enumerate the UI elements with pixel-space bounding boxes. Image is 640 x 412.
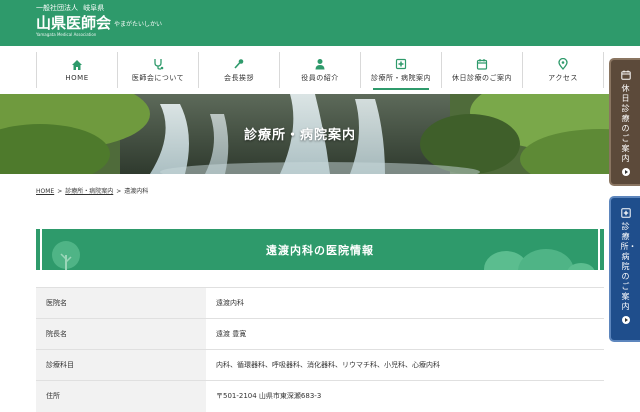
home-icon (72, 59, 82, 70)
logo-kana: やまがたいしかい (114, 21, 163, 28)
breadcrumb-clinics-link[interactable]: 診療所・病院案内 (65, 188, 113, 195)
breadcrumb-separator: > (116, 188, 122, 195)
table-row: 医院名 遠渡内科 (36, 287, 604, 319)
nav-item-holiday[interactable]: 休日診療のご案内 (441, 52, 522, 88)
logo-prefecture: 岐阜県 (83, 4, 105, 12)
calendar-icon (476, 58, 488, 70)
logo-english: Yamagata Medical Association (36, 32, 97, 37)
section-title: 遠渡内科の医院情報 (266, 244, 374, 257)
hospital-icon (620, 208, 631, 218)
microphone-icon (234, 58, 244, 69)
table-label: 診療科目 (36, 349, 206, 381)
breadcrumb-current: 遠渡内科 (124, 188, 149, 195)
table-value: 遠渡内科 (206, 287, 604, 319)
table-value: 〒501-2104 山県市東深瀬683-3 (206, 380, 604, 412)
site-logo[interactable]: 一般社団法人 岐阜県 山県医師会 やまがたいしかい Yamagata Medica… (36, 4, 162, 38)
table-value: 内科、循環器科、呼吸器科、消化器科、リウマチ科、小児科、心療内科 (206, 349, 604, 381)
breadcrumb-separator: > (57, 188, 63, 195)
hero-title: 診療所・病院案内 (243, 128, 356, 143)
table-label: 医院名 (36, 287, 206, 319)
play-circle-icon (621, 316, 630, 324)
play-circle-icon (621, 168, 630, 176)
global-nav: HOME 医師会について 会長挨拶 役員の紹介 診療所・病院案内 休日診療のご案… (36, 52, 604, 90)
table-label: 住所 (36, 380, 206, 412)
hero-banner: 診療所・病院案内 (0, 94, 640, 174)
nav-label: 役員の紹介 (301, 73, 339, 82)
table-value: 遠渡 豊寛 (206, 318, 604, 350)
nav-label: 診療所・病院案内 (371, 73, 431, 82)
holiday-clinic-side-tab[interactable]: 休日診療のご案内 (609, 58, 640, 186)
nav-label: 休日診療のご案内 (452, 73, 512, 82)
table-row: 院長名 遠渡 豊寛 (36, 318, 604, 350)
nav-item-about[interactable]: 医師会について (117, 52, 198, 88)
site-header: 一般社団法人 岐阜県 山県医師会 やまがたいしかい Yamagata Medica… (0, 0, 640, 46)
breadcrumb: HOME > 診療所・病院案内 > 遠渡内科 (36, 186, 148, 195)
logo-org-prefix: 一般社団法人 (36, 4, 78, 12)
stethoscope-icon (154, 58, 164, 70)
nav-label: 会長挨拶 (224, 73, 254, 82)
side-tab-label: 休日診療のご案内 (621, 84, 630, 163)
table-row: 診療科目 内科、循環器科、呼吸器科、消化器科、リウマチ科、小児科、心療内科 (36, 349, 604, 381)
nav-label: 医師会について (131, 73, 185, 82)
clinic-info-table: 医院名 遠渡内科 院長名 遠渡 豊寛 診療科目 内科、循環器科、呼吸器科、消化器… (36, 287, 604, 412)
section-heading: 遠渡内科の医院情報 (36, 229, 604, 270)
nav-item-clinics[interactable]: 診療所・病院案内 (360, 52, 441, 90)
pin-icon (558, 57, 568, 70)
side-tab-label: 診療所・病院のご案内 (620, 222, 637, 311)
breadcrumb-home-link[interactable]: HOME (36, 188, 54, 195)
hospital-icon (395, 58, 407, 69)
clinic-guide-side-tab[interactable]: 診療所・病院のご案内 (609, 196, 640, 342)
table-label: 院長名 (36, 318, 206, 350)
nav-item-home[interactable]: HOME (36, 52, 117, 88)
nav-label: HOME (65, 73, 89, 82)
person-icon (315, 58, 325, 69)
nav-item-greeting[interactable]: 会長挨拶 (198, 52, 279, 88)
nav-item-access[interactable]: アクセス (522, 52, 604, 88)
logo-name: 山県医師会 (36, 14, 112, 32)
calendar-icon (620, 70, 631, 80)
nav-label: アクセス (548, 73, 578, 82)
nav-item-officers[interactable]: 役員の紹介 (279, 52, 360, 88)
table-row: 住所 〒501-2104 山県市東深瀬683-3 (36, 380, 604, 412)
